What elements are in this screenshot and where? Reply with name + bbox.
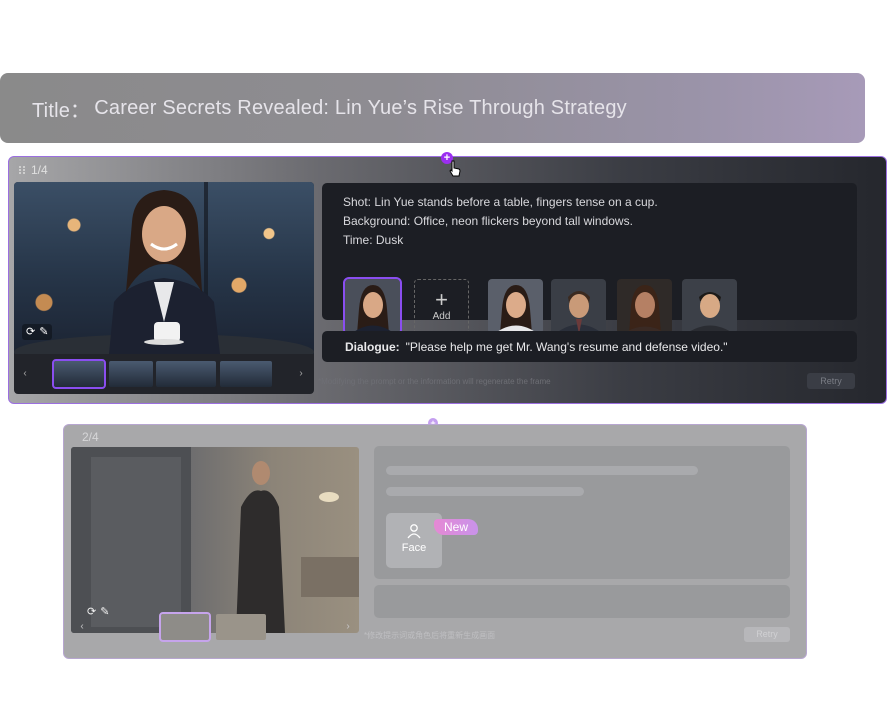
- person-icon: [407, 524, 421, 539]
- shot-image-2[interactable]: ⟳ ✎: [71, 447, 359, 633]
- shot-card-2[interactable]: 2/4 ⟳ ✎ ‹ › Face New *修改提示词或角色后将重新生成画面 R…: [63, 424, 807, 659]
- pointer-cursor-icon: [449, 160, 461, 177]
- shot-counter-2: 2/4: [82, 430, 99, 444]
- regenerate-icon[interactable]: ⟳: [26, 326, 35, 338]
- plus-icon: +: [435, 287, 448, 312]
- chevron-left-icon[interactable]: ‹: [18, 367, 32, 381]
- prompt-shot[interactable]: Shot: Lin Yue stands before a table, fin…: [343, 195, 658, 209]
- character-face-1[interactable]: [488, 279, 543, 334]
- chevron-right-icon[interactable]: ›: [294, 367, 308, 381]
- prompt-time[interactable]: Time: Dusk: [343, 233, 403, 247]
- shot-counter-1: 1/4: [19, 163, 48, 177]
- retry-button[interactable]: Retry: [807, 373, 855, 389]
- skeleton-line: [386, 466, 698, 475]
- dialogue-loading-panel: [374, 585, 790, 618]
- chevron-right-icon[interactable]: ›: [341, 620, 355, 634]
- regenerate-note-2: *修改提示词或角色后将重新生成画面: [364, 631, 496, 640]
- thumbnail-1[interactable]: [52, 359, 106, 389]
- title-text: Career Secrets Revealed: Lin Yue’s Rise …: [94, 96, 627, 119]
- title-label: Title：: [32, 99, 91, 122]
- thumbnail-1[interactable]: [159, 612, 211, 642]
- thumbnail-2[interactable]: [216, 614, 266, 640]
- character-face-4[interactable]: [682, 279, 737, 334]
- chevron-left-icon[interactable]: ‹: [75, 620, 89, 634]
- prompt-loading-panel: Face New: [374, 446, 790, 579]
- regenerate-note: *Modifying the prompt or the information…: [318, 377, 551, 386]
- new-badge: New: [434, 519, 479, 535]
- character-face-2[interactable]: [551, 279, 606, 334]
- add-character-button[interactable]: + Add: [414, 279, 469, 334]
- thumbnail-3[interactable]: [156, 361, 216, 387]
- thumbnail-strip: ‹ ›: [14, 358, 314, 390]
- edit-wand-icon[interactable]: ✎: [39, 326, 48, 338]
- thumbnail-strip-2: ‹ ›: [71, 611, 359, 642]
- drag-handle-icon[interactable]: [19, 166, 26, 174]
- shot-media-1: ⟳ ✎ ‹ ›: [14, 182, 314, 394]
- prompt-panel[interactable]: Shot: Lin Yue stands before a table, fin…: [322, 183, 857, 336]
- thumbnail-4[interactable]: [220, 361, 272, 387]
- shot-image[interactable]: ⟳ ✎: [14, 182, 314, 354]
- prompt-background[interactable]: Background: Office, neon flickers beyond…: [343, 214, 633, 228]
- dialogue-text[interactable]: "Please help me get Mr. Wang's resume an…: [406, 340, 728, 354]
- thumbnail-2[interactable]: [109, 361, 153, 387]
- skeleton-line: [386, 487, 584, 496]
- story-title-bar: Title： Career Secrets Revealed: Lin Yue’…: [0, 73, 865, 143]
- image-tools: ⟳ ✎: [22, 324, 53, 340]
- character-face-3[interactable]: [617, 279, 672, 334]
- character-face-selected[interactable]: [343, 277, 402, 336]
- retry-button-2[interactable]: Retry: [744, 627, 790, 642]
- shot-card-1[interactable]: 1/4 ⟳ ✎ ‹ › Shot: Lin Yue stands before …: [8, 156, 887, 404]
- dialogue-panel[interactable]: Dialogue: "Please help me get Mr. Wang's…: [322, 331, 857, 362]
- face-label: Face: [401, 542, 427, 554]
- dialogue-label: Dialogue:: [345, 339, 400, 354]
